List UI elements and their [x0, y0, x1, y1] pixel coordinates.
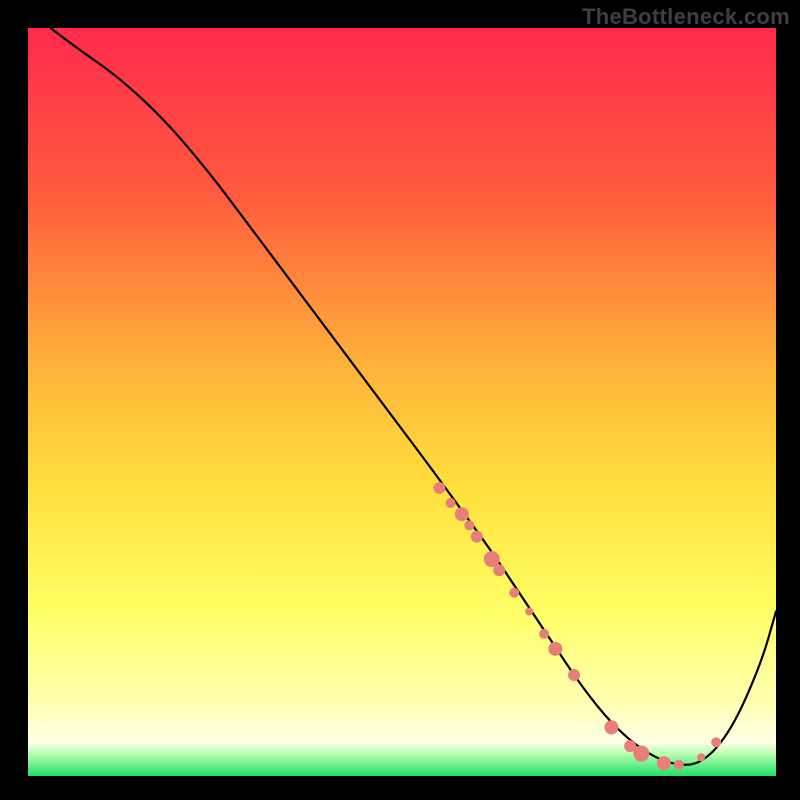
highlight-point	[539, 629, 549, 639]
highlight-point	[633, 746, 649, 762]
gradient-background	[28, 28, 776, 776]
highlight-point	[711, 737, 721, 747]
watermark-text: TheBottleneck.com	[582, 4, 790, 30]
highlight-point	[433, 482, 445, 494]
chart-frame: TheBottleneck.com	[0, 0, 800, 800]
highlight-point	[674, 760, 684, 770]
highlight-point	[697, 753, 705, 761]
chart-svg	[28, 28, 776, 776]
highlight-point	[568, 669, 580, 681]
plot-area	[28, 28, 776, 776]
highlight-point	[464, 520, 474, 530]
highlight-point	[509, 588, 519, 598]
highlight-point	[446, 498, 456, 508]
highlight-point	[493, 564, 505, 576]
highlight-point	[455, 507, 469, 521]
highlight-point	[604, 720, 618, 734]
highlight-point	[471, 531, 483, 543]
highlight-point	[657, 756, 671, 770]
highlight-point	[548, 642, 562, 656]
highlight-point	[525, 607, 533, 615]
